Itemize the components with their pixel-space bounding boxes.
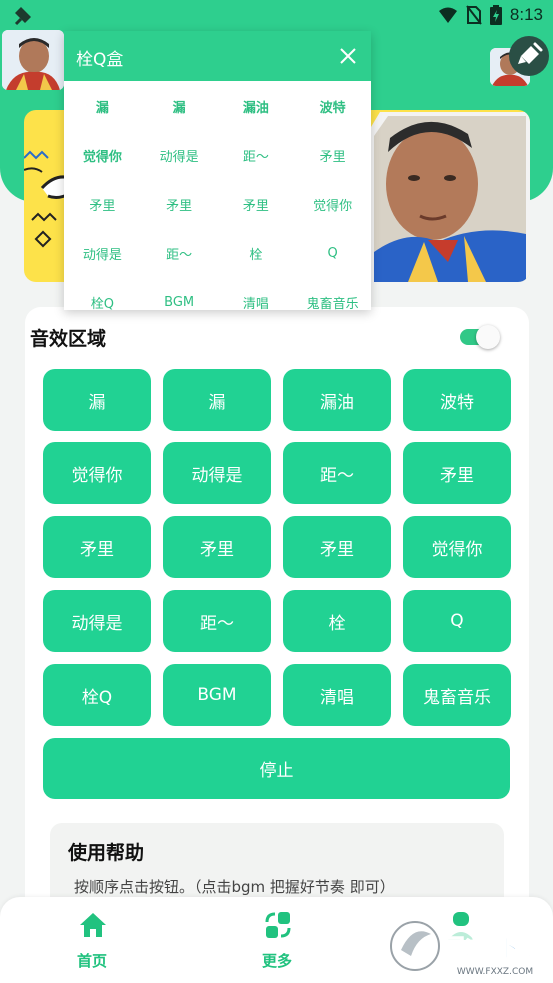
status-bar: 8:13 [0,0,553,30]
sound-box-popup[interactable]: 栓Q盒 漏漏漏油 波特 觉得你 动得是 距～ 矛里 矛里 矛里 矛里 觉得你 动得是 距～栓 Q 栓Q BG… [64,31,371,310]
brush-button[interactable] [509,36,549,76]
sound-button[interactable]: 栓Q [43,664,151,726]
stop-button[interactable]: 停止 [43,738,510,799]
nav-item-more[interactable]: 更多 [237,906,317,976]
popup-sound-item[interactable]: 矛里 [141,180,218,229]
popup-sound-item[interactable]: 动得是 [64,229,141,278]
sound-button[interactable]: 漏 [43,369,151,431]
sound-button[interactable]: 漏 [163,369,271,431]
brush-icon [518,42,543,64]
popup-sound-item[interactable]: 觉得你 [294,180,371,229]
nav-item-home[interactable]: 首页 [52,906,132,976]
nav-label: 更多 [261,952,292,970]
sound-button[interactable]: 动得是 [163,442,271,504]
clock-time: 8:13 [509,5,543,24]
help-title: 使用帮助 [68,842,145,864]
popup-sound-item[interactable]: 鬼畜音乐 [294,278,371,310]
banner-photo [368,112,530,282]
popup-sound-item[interactable]: 矛里 [294,131,371,180]
sound-toggle[interactable] [458,323,500,351]
sound-button[interactable]: Q [403,590,511,652]
sound-button[interactable]: 觉得你 [403,516,511,578]
popup-sound-item[interactable]: 距～ [141,229,218,278]
sound-button[interactable]: 矛里 [403,442,511,504]
nav-label: 首页 [76,952,107,970]
sound-button[interactable]: 栓 [283,590,391,652]
popup-sound-item[interactable]: 漏 [141,82,218,131]
watermark-text: 飞翔下载 [447,934,543,962]
avatar[interactable] [2,30,64,90]
popup-sound-item[interactable]: 清唱 [218,278,295,310]
popup-sound-item[interactable]: 漏 [64,82,141,131]
sound-button[interactable]: 矛里 [43,516,151,578]
popup-sound-item[interactable]: 波特 [294,82,371,131]
sound-button[interactable]: 漏油 [283,369,391,431]
sound-button[interactable]: 距～ [163,590,271,652]
battery-icon [489,5,502,25]
popup-header: 栓Q盒 [64,31,371,81]
popup-sound-item[interactable]: 矛里 [218,180,295,229]
app-notification-icon [14,7,31,26]
popup-sound-item[interactable]: 矛里 [64,180,141,229]
popup-sound-item[interactable]: 距～ [218,131,295,180]
popup-sound-item[interactable]: 觉得你 [64,131,141,180]
watermark-url: WWW.FXXZ.COM [457,967,533,977]
popup-sound-item[interactable]: 栓Q [64,278,141,310]
sound-button[interactable]: BGM [163,664,271,726]
section-title: 音效区域 [30,328,107,350]
sound-button[interactable]: 波特 [403,369,511,431]
sound-button[interactable]: 鬼畜音乐 [403,664,511,726]
watermark-logo: 飞翔下载 WWW.FXXZ.COM [387,912,553,983]
popup-grid: 漏漏漏油 波特 觉得你 动得是 距～ 矛里 矛里 矛里 矛里 觉得你 动得是 距～栓 Q 栓Q BGM 清唱鬼… [64,81,371,310]
sound-button[interactable]: 清唱 [283,664,391,726]
sound-button[interactable]: 动得是 [43,590,151,652]
popup-title: 栓Q盒 [76,50,124,70]
no-sim-icon [466,5,482,25]
popup-sound-item[interactable]: 动得是 [141,131,218,180]
sound-button[interactable]: 距～ [283,442,391,504]
swap-icon [265,912,291,938]
home-icon [80,913,106,937]
wifi-icon [438,7,457,23]
popup-sound-item[interactable]: Q [294,229,371,278]
close-icon[interactable] [339,47,357,65]
sound-button[interactable]: 矛里 [283,516,391,578]
help-text: 按顺序点击按钮。（点击bgm 把握好节奏 即可） [74,878,395,896]
sound-button[interactable]: 觉得你 [43,442,151,504]
popup-sound-item[interactable]: 栓 [218,229,295,278]
popup-sound-item[interactable]: 漏油 [218,82,295,131]
toggle-thumb [476,325,500,349]
popup-sound-item[interactable]: BGM [141,278,218,310]
sound-button[interactable]: 矛里 [163,516,271,578]
